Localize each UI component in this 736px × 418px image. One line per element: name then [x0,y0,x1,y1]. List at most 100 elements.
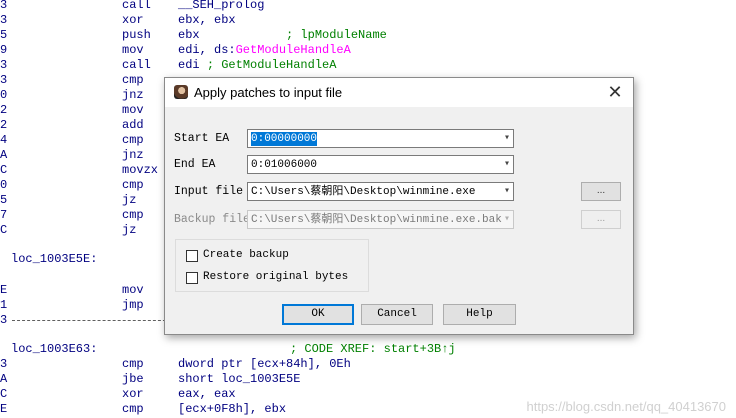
line-gutter: 3 [0,357,8,371]
line-gutter: 5 [0,28,8,42]
start-ea-label: Start EA [174,132,230,145]
mnemonic: mov [122,283,144,297]
line-gutter: 1 [0,298,8,312]
code-label[interactable]: loc_1003E5E: [11,252,97,267]
input-file-combobox[interactable]: C:\Users\蔡朝阳\Desktop\winmine.exe ▾ [247,182,514,201]
operand: ebx, ebx [178,13,236,28]
backup-file-browse-button: ... [581,210,621,229]
line-gutter: 3 [0,73,8,87]
operand-text: dword ptr [ecx+84h], 0Eh [178,357,351,371]
mnemonic: call [122,58,151,72]
operand-text: short loc_1003E5E [178,372,301,386]
operand-text: ebx, ebx [178,13,236,27]
mnemonic: mov [122,103,144,117]
line-gutter: 3 [0,58,8,72]
line-gutter: C [0,223,8,237]
apply-patches-dialog: Apply patches to input file ✕ Start EA 0… [164,77,634,335]
operand: edi, ds:GetModuleHandleA [178,43,351,58]
line-gutter: 2 [0,103,8,117]
end-ea-label: End EA [174,158,216,171]
operand: ebx ; lpModuleName [178,28,387,43]
line-gutter: 4 [0,133,8,147]
line-gutter: 0 [0,88,8,102]
line-gutter: 7 [0,208,8,222]
end-ea-value: 0:01006000 [251,159,318,171]
function-name: GetModuleHandleA [235,43,351,57]
mnemonic: cmp [122,133,144,147]
dialog-title: Apply patches to input file [194,85,343,100]
xref-comment: ; CODE XREF: start+3B↑j [290,342,456,356]
mnemonic: cmp [122,178,144,192]
chevron-down-icon[interactable]: ▾ [504,184,510,200]
mnemonic: jnz [122,88,144,102]
mnemonic: cmp [122,357,144,371]
line-gutter: E [0,402,8,416]
line-gutter: 9 [0,43,8,57]
mnemonic: cmp [122,208,144,222]
mnemonic: xor [122,387,144,401]
mnemonic: call [122,0,151,12]
close-icon[interactable]: ✕ [605,82,625,102]
operand: __SEH_prolog [178,0,264,13]
operand-text: [ecx+0F8h], ebx [178,402,287,416]
comment: ; lpModuleName [199,28,387,42]
operand-text: edi [178,58,207,72]
restore-original-checkbox[interactable] [186,272,198,284]
mnemonic: cmp [122,402,144,416]
line-gutter: 0 [0,178,8,192]
line-gutter: A [0,148,8,162]
mnemonic: cmp [122,73,144,87]
input-file-value: C:\Users\蔡朝阳\Desktop\winmine.exe [251,186,476,198]
app-icon [174,85,188,99]
operand-text: ebx [178,28,200,42]
mnemonic: mov [122,43,144,57]
line-gutter: 2 [0,118,8,132]
operand: dword ptr [ecx+84h], 0Eh [178,357,351,372]
mnemonic: jmp [122,298,144,312]
create-backup-checkbox[interactable] [186,250,198,262]
mnemonic: jbe [122,372,144,386]
backup-file-value: C:\Users\蔡朝阳\Desktop\winmine.exe.bak [251,214,502,226]
line-gutter: 5 [0,193,8,207]
end-ea-combobox[interactable]: 0:01006000 ▾ [247,155,514,174]
mnemonic: push [122,28,151,42]
line-gutter: C [0,163,8,177]
operand: edi ; GetModuleHandleA [178,58,336,73]
backup-file-combobox: C:\Users\蔡朝阳\Desktop\winmine.exe.bak ▾ [247,210,514,229]
operand-text: __SEH_prolog [178,0,265,12]
chevron-down-icon: ▾ [503,214,510,225]
backup-file-label: Backup file [174,213,250,226]
mnemonic: xor [122,13,144,27]
operand: short loc_1003E5E [178,372,300,387]
operand-text: edi, ds: [178,43,236,57]
mnemonic: jz [122,223,137,237]
code-label[interactable]: loc_1003E63: [11,342,97,357]
line-gutter: C [0,387,8,401]
operand: [ecx+0F8h], ebx [178,402,286,417]
line-gutter: 3 [0,13,8,27]
chevron-down-icon[interactable]: ▾ [504,157,510,173]
chevron-down-icon[interactable]: ▾ [504,131,510,147]
operand: eax, eax [178,387,236,402]
line-gutter: A [0,372,8,386]
line-gutter: E [0,283,8,297]
dialog-titlebar: Apply patches to input file ✕ [165,78,633,107]
mnemonic: jnz [122,148,144,162]
mnemonic: jz [122,193,137,207]
mnemonic: movzx [122,163,159,177]
restore-original-label[interactable]: Restore original bytes [203,271,348,283]
ok-button[interactable]: OK [282,304,354,325]
input-file-label: Input file [174,185,244,198]
create-backup-label[interactable]: Create backup [203,249,289,261]
input-file-browse-button[interactable]: ... [581,182,621,201]
cancel-button[interactable]: Cancel [361,304,433,325]
start-ea-combobox[interactable]: 0:00000000 ▾ [247,129,514,148]
options-group: Create backup Restore original bytes [175,239,369,292]
watermark: https://blog.csdn.net/qq_40413670 [526,399,727,414]
line-gutter: 3 [0,313,8,327]
line-gutter: 3 [0,0,8,12]
operand-text: eax, eax [178,387,236,401]
start-ea-value: 0:00000000 [251,132,318,146]
mnemonic: add [122,118,144,132]
help-button[interactable]: Help [443,304,516,325]
